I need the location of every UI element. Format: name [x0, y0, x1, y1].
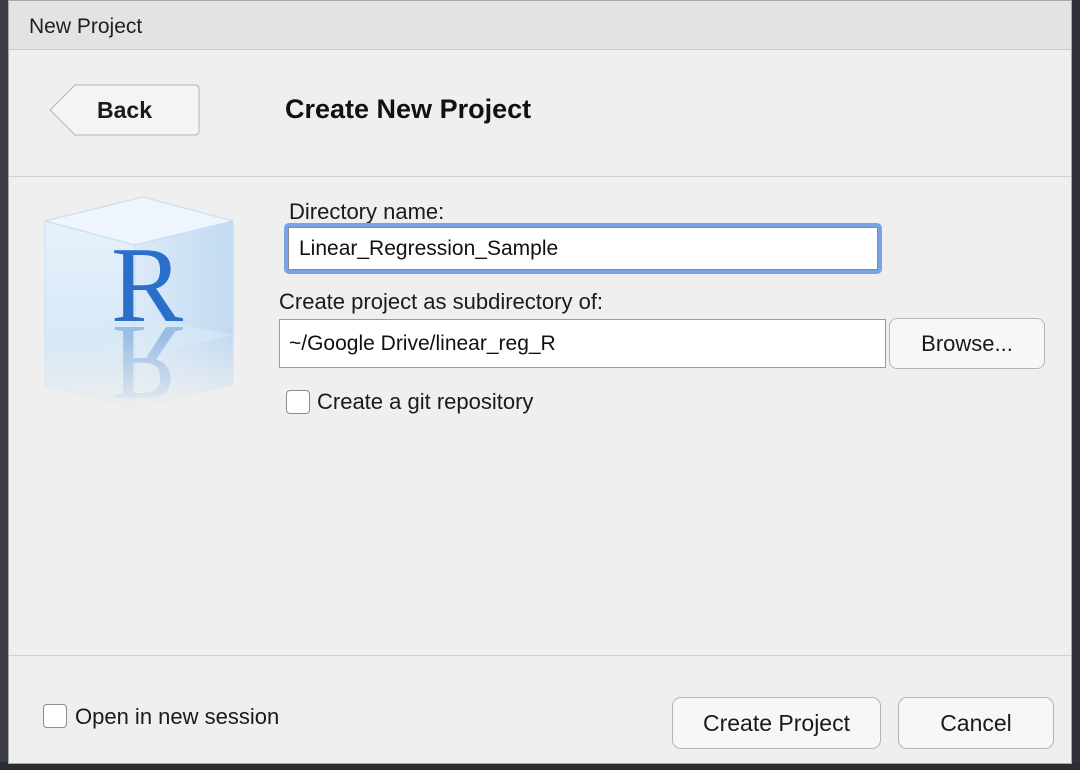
back-button[interactable]: Back — [49, 84, 200, 136]
git-repository-label: Create a git repository — [317, 389, 534, 414]
new-session-checkbox[interactable] — [43, 704, 67, 728]
subdirectory-input[interactable] — [279, 319, 886, 368]
new-project-dialog: New Project Back Create New Project R Di… — [8, 0, 1072, 764]
dialog-titlebar: New Project — [9, 1, 1071, 50]
directory-name-input[interactable] — [288, 227, 878, 270]
directory-name-label: Directory name: — [289, 199, 445, 224]
directory-name-focus-ring — [284, 223, 882, 274]
new-session-label: Open in new session — [75, 704, 280, 729]
subdirectory-label: Create project as subdirectory of: — [279, 289, 604, 314]
git-repository-checkbox[interactable] — [286, 390, 310, 414]
dialog-title: New Project — [29, 15, 143, 38]
cancel-button[interactable]: Cancel — [898, 697, 1054, 749]
r-project-logo-icon: R R — [35, 196, 235, 415]
footer-divider — [9, 655, 1071, 656]
browse-button[interactable]: Browse... — [889, 318, 1045, 369]
page-title: Create New Project — [285, 94, 532, 124]
background-window — [0, 0, 8, 770]
create-project-button[interactable]: Create Project — [672, 697, 881, 749]
background-window-edge — [1072, 0, 1080, 770]
back-button-label: Back — [97, 97, 152, 123]
header-divider — [9, 176, 1071, 177]
